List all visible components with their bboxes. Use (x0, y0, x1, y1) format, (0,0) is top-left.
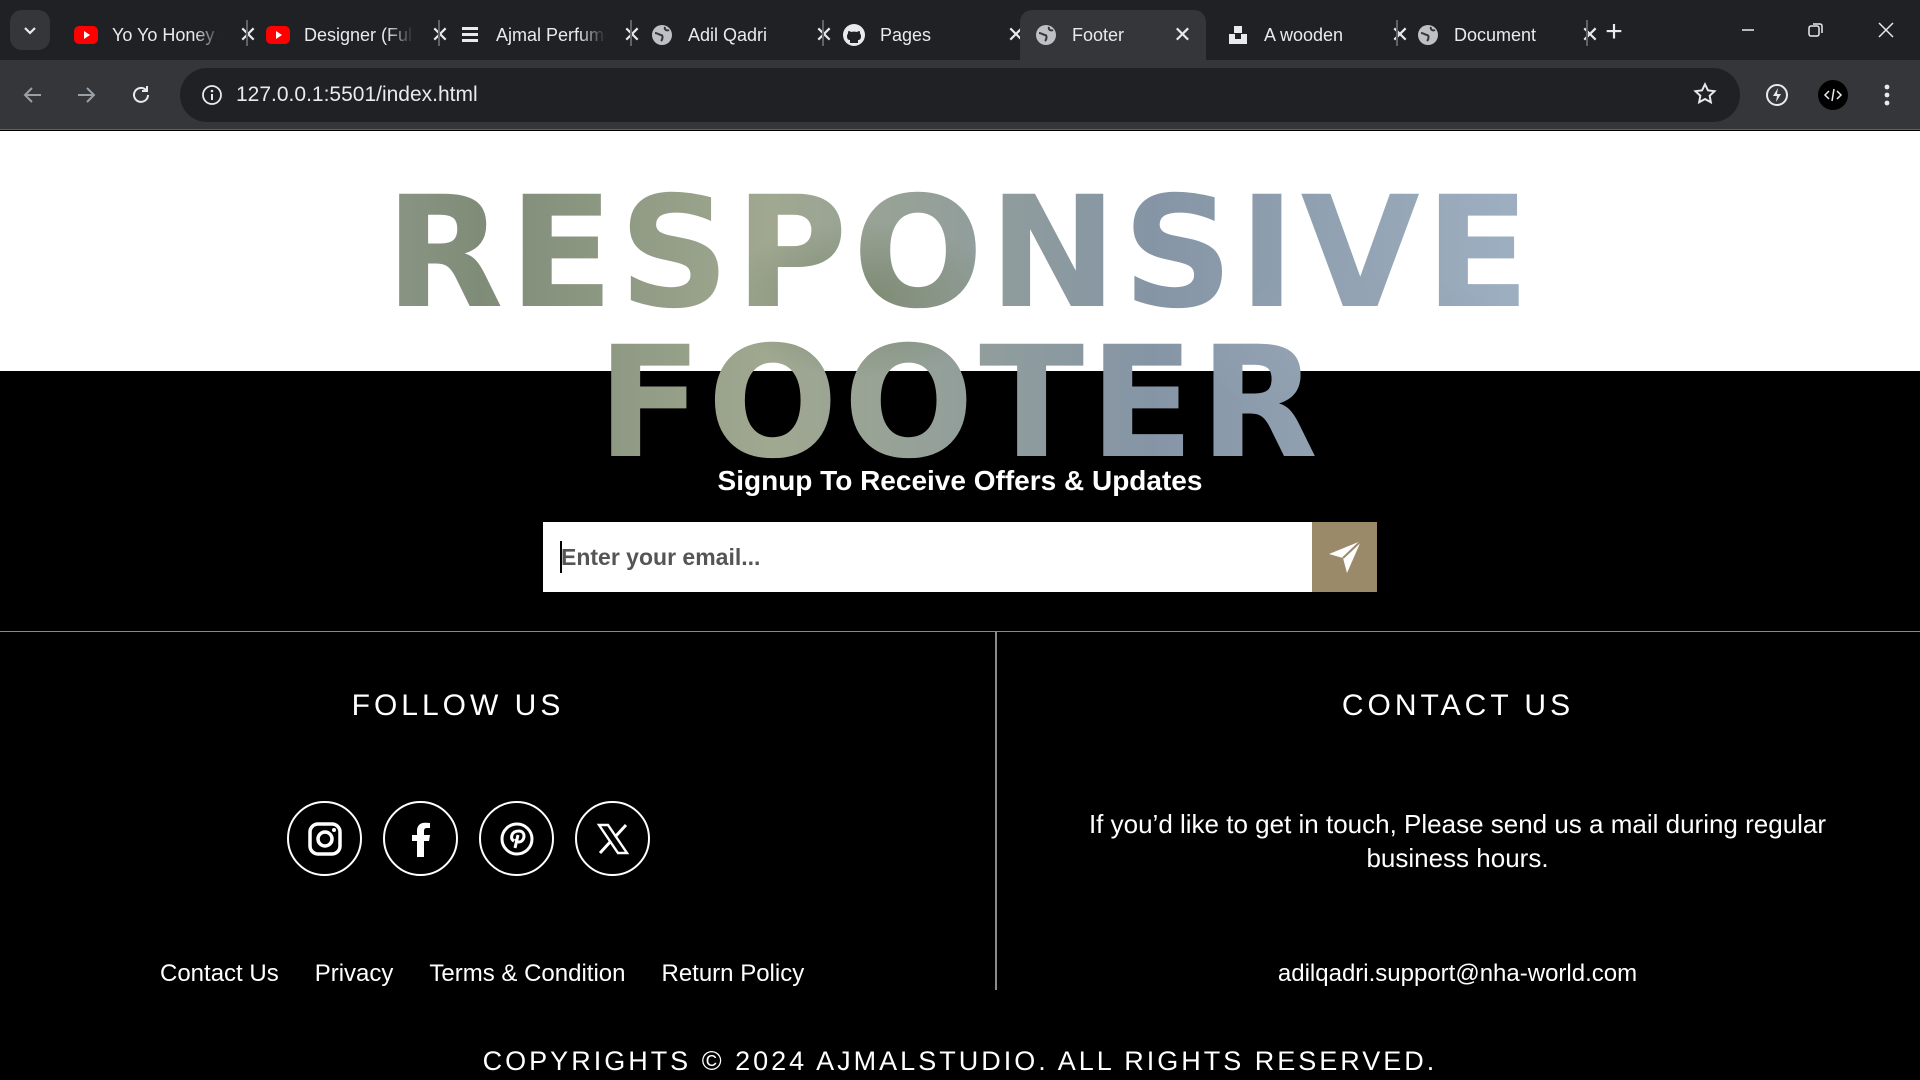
email-input[interactable] (543, 522, 1312, 592)
footer-link-return[interactable]: Return Policy (661, 960, 804, 988)
devtools-extension-button[interactable] (1813, 75, 1853, 115)
youtube-icon (74, 23, 98, 47)
tab-footer[interactable]: Footer ✕ (1020, 10, 1206, 60)
unsplash-icon (1226, 23, 1250, 47)
facebook-icon (411, 822, 430, 857)
tab-separator (822, 20, 824, 46)
tab-title: Adil Qadri (688, 24, 768, 45)
forward-button[interactable] (66, 75, 106, 115)
footer-link-terms[interactable]: Terms & Condition (429, 960, 625, 988)
ajmal-icon (458, 23, 482, 47)
tab-adil[interactable]: Adil Qadri ✕ (636, 10, 850, 60)
tab-title: Ajmal Perfumes (496, 24, 606, 45)
youtube-icon (266, 23, 290, 47)
tab-title: A wooden (1264, 24, 1344, 45)
lightning-icon (1766, 84, 1788, 106)
facebook-button[interactable] (383, 801, 458, 876)
tab-designer[interactable]: Designer (Full Song) ✕ (252, 10, 466, 60)
menu-button[interactable] (1867, 75, 1907, 115)
reload-button[interactable] (121, 75, 161, 115)
minimize-icon (1742, 29, 1754, 31)
close-icon[interactable]: ✕ (1173, 22, 1192, 47)
new-tab-button[interactable]: + (1596, 14, 1632, 50)
globe-icon (1416, 23, 1440, 47)
tab-search-button[interactable] (10, 10, 50, 50)
copyright-text: COPYRIGHTS © 2024 AJMALSTUDIO. ALL RIGHT… (482, 1046, 1438, 1076)
instagram-icon (307, 821, 342, 856)
chevron-down-icon (24, 27, 36, 35)
tab-yoyo[interactable]: Yo Yo Honey Singh ✕ (60, 10, 274, 60)
tab-document[interactable]: Document ✕ (1402, 10, 1616, 60)
subscribe-button[interactable] (1312, 522, 1377, 592)
browser-toolbar: 127.0.0.1:5501/index.html (0, 60, 1920, 130)
bookmark-star-icon[interactable] (1692, 81, 1718, 112)
window-close-button[interactable] (1852, 0, 1920, 60)
pinterest-button[interactable] (479, 801, 554, 876)
send-icon (1328, 540, 1362, 573)
tab-separator (1586, 20, 1588, 46)
more-vert-icon (1884, 84, 1890, 106)
close-icon (1878, 22, 1894, 38)
restore-icon (1808, 23, 1823, 37)
plus-icon: + (1605, 15, 1623, 48)
address-bar[interactable]: 127.0.0.1:5501/index.html (180, 68, 1740, 122)
x-icon (596, 823, 629, 854)
tab-separator (246, 20, 248, 46)
signup-heading: Signup To Receive Offers & Updates (717, 465, 1203, 496)
text-caret (560, 541, 562, 573)
url-text[interactable]: 127.0.0.1:5501/index.html (236, 68, 478, 122)
section-divider (0, 631, 1920, 632)
tab-wooden[interactable]: A wooden ✕ (1212, 10, 1426, 60)
site-info-icon[interactable] (196, 79, 228, 111)
pinterest-icon (500, 822, 533, 855)
footer-link-contact[interactable]: Contact Us (160, 960, 279, 988)
page-title: RESPONSIVE FOOTER (0, 179, 1920, 479)
contact-email-link[interactable]: adilqadri.support@nha-world.com (1070, 960, 1845, 988)
github-icon (842, 23, 866, 47)
instagram-button[interactable] (287, 801, 362, 876)
social-links (287, 801, 650, 876)
code-icon (1818, 80, 1848, 110)
restore-button[interactable] (1782, 0, 1850, 60)
footer-link-privacy[interactable]: Privacy (315, 960, 394, 988)
globe-icon (650, 23, 674, 47)
arrow-right-icon (78, 87, 96, 103)
column-divider (995, 632, 997, 990)
minimize-button[interactable] (1714, 0, 1782, 60)
email-field-wrapper (543, 522, 1312, 592)
tab-strip: Yo Yo Honey Singh ✕ Designer (Full Song)… (0, 0, 1920, 60)
contact-heading: CONTACT US (1341, 689, 1575, 722)
back-button[interactable] (13, 75, 53, 115)
contact-description: If you’d like to get in touch, Please se… (1088, 809, 1827, 873)
reload-icon (133, 86, 149, 103)
x-button[interactable] (575, 801, 650, 876)
hero-banner: RESPONSIVE FOOTER (0, 131, 1920, 479)
tab-title: Footer (1072, 24, 1125, 45)
tab-ajmal[interactable]: Ajmal Perfumes ✕ (444, 10, 658, 60)
tab-title: Designer (Full Song) (304, 24, 414, 45)
tab-separator (630, 20, 632, 46)
tab-title: Document (1454, 24, 1537, 45)
tab-pages[interactable]: Pages ✕ (828, 10, 1042, 60)
tab-title: Yo Yo Honey Singh (112, 24, 222, 45)
globe-icon (1034, 23, 1058, 47)
tab-title: Pages (880, 24, 932, 45)
extension-button[interactable] (1757, 75, 1797, 115)
page-content: RESPONSIVE FOOTER Signup To Receive Offe… (0, 131, 1920, 1080)
arrow-left-icon (23, 87, 41, 103)
follow-heading: FOLLOW US (351, 689, 565, 722)
tab-separator (1396, 20, 1398, 46)
tab-separator (438, 20, 440, 46)
footer-links: Contact Us Privacy Terms & Condition Ret… (160, 960, 804, 988)
